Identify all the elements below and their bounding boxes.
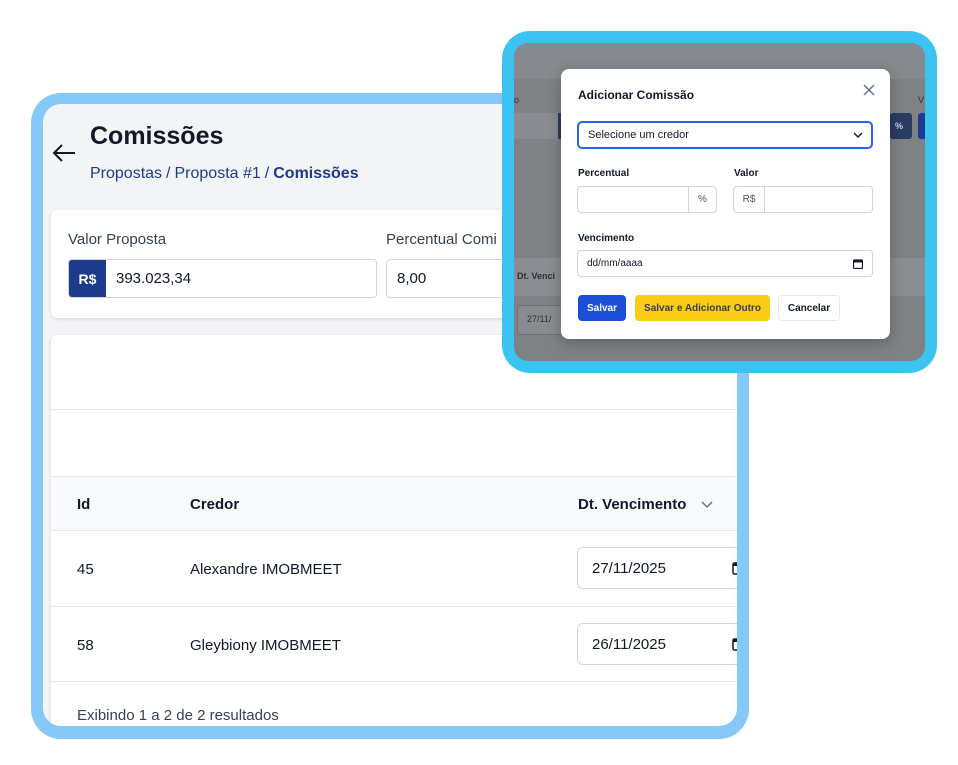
calendar-icon[interactable]: [732, 637, 737, 651]
dialog-title: Adicionar Comissão: [578, 88, 695, 102]
column-header-vencimento[interactable]: Dt. Vencimento: [578, 496, 686, 513]
currency-addon: R$: [69, 260, 106, 297]
cell-id: 45: [77, 561, 94, 578]
vencimento-date-input[interactable]: 27/11/2025: [577, 547, 737, 589]
backdrop-button: [918, 113, 925, 139]
divider: [51, 476, 737, 477]
commissions-table: Id Credor Dt. Vencimento 45 Alexandre IM…: [51, 335, 737, 726]
percent-addon: %: [688, 187, 716, 212]
calendar-icon[interactable]: [732, 561, 737, 575]
percentual-value: 8,00: [397, 270, 427, 287]
chevron-down-icon: [853, 132, 863, 138]
backdrop-percent-text: %: [895, 121, 904, 131]
page-title: Comissões: [90, 122, 224, 150]
pagination-summary: Exibindo 1 a 2 de 2 resultados: [77, 707, 279, 724]
percentual-label: Percentual: [578, 168, 630, 179]
backdrop-input: [514, 113, 559, 139]
cell-vencimento: 27/11/2025: [592, 559, 666, 577]
credor-select-placeholder: Selecione um credor: [588, 129, 689, 141]
vencimento-placeholder: dd/mm/aaaa: [587, 258, 643, 269]
breadcrumb-separator: /: [264, 165, 270, 182]
valor-proposta-value: 393.023,34: [116, 270, 192, 287]
cancel-button[interactable]: Cancelar: [778, 295, 840, 321]
cell-id: 58: [77, 637, 94, 654]
divider: [51, 681, 737, 682]
add-commission-dialog: Adicionar Comissão Selecione um credor P…: [561, 69, 890, 339]
save-button[interactable]: Salvar: [578, 295, 626, 321]
column-header-credor[interactable]: Credor: [190, 496, 239, 513]
vencimento-label: Vencimento: [578, 233, 635, 244]
valor-label: Valor: [734, 168, 759, 179]
save-and-add-button[interactable]: Salvar e Adicionar Outro: [635, 295, 770, 321]
backdrop-column-fragment: Dt. Venci: [517, 271, 556, 281]
backdrop-label-fragment: o: [514, 95, 520, 105]
breadcrumb: Propostas / Proposta #1/Comissões: [90, 165, 359, 183]
valor-proposta-field[interactable]: R$ 393.023,34: [68, 259, 377, 298]
column-header-id[interactable]: Id: [77, 496, 90, 513]
cell-credor: Alexandre IMOBMEET: [190, 561, 342, 578]
backdrop-date-fragment: 27/11/: [527, 314, 552, 324]
percentual-label: Percentual Comi: [386, 231, 497, 248]
breadcrumb-separator: /: [166, 165, 171, 182]
currency-addon: R$: [734, 187, 765, 212]
valor-input[interactable]: R$: [733, 186, 873, 213]
vencimento-date-input[interactable]: 26/11/2025: [577, 623, 737, 665]
valor-proposta-label: Valor Proposta: [68, 231, 167, 248]
divider: [51, 409, 737, 410]
cell-vencimento: 26/11/2025: [592, 635, 666, 653]
calendar-icon[interactable]: [853, 259, 863, 269]
backdrop-label-fragment: V: [918, 95, 925, 105]
breadcrumb-current: Comissões: [273, 165, 359, 182]
percentual-input[interactable]: %: [577, 186, 717, 213]
cell-credor: Gleybiony IMOBMEET: [190, 637, 341, 654]
arrow-left-icon[interactable]: [52, 142, 78, 164]
divider: [51, 606, 737, 607]
sort-chevron-down-icon[interactable]: [701, 501, 713, 509]
divider: [51, 530, 737, 531]
close-icon[interactable]: [861, 82, 877, 98]
credor-select[interactable]: Selecione um credor: [577, 121, 873, 149]
vencimento-date-input[interactable]: dd/mm/aaaa: [577, 250, 873, 277]
breadcrumb-link-propostas[interactable]: Propostas: [90, 165, 162, 182]
breadcrumb-link-proposta[interactable]: Proposta #1: [175, 165, 261, 182]
